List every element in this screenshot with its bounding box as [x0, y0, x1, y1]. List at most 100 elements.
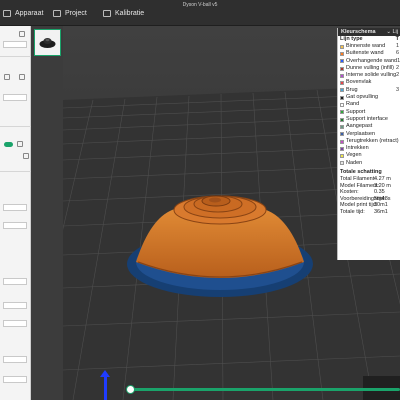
edit-icon[interactable]	[17, 141, 23, 147]
legend-swatch	[340, 95, 344, 100]
tab-project[interactable]: Project	[53, 6, 87, 20]
summary-stat-row: Model Filament: 3.20 m	[338, 183, 400, 190]
legend-item[interactable]: Bovenvlak	[338, 79, 400, 86]
legend-item-label: Aangepast	[346, 123, 373, 130]
legend-item[interactable]: Gat opvulling	[338, 94, 400, 101]
tab-kalibratie[interactable]: Kalibratie	[103, 6, 144, 20]
legend-swatch	[340, 161, 344, 166]
legend-item[interactable]: Naden	[338, 160, 400, 167]
legend-item-label: Gat opvulling	[346, 94, 379, 101]
legend-item-label: Verplaatsen	[346, 130, 376, 137]
stat-label: Model print tijd:	[340, 202, 378, 209]
legend-item[interactable]: Aangepast	[338, 123, 400, 130]
legend-item[interactable]: Vegen	[338, 152, 400, 159]
legend-type-dropdown[interactable]: ⌄ Lij	[386, 28, 400, 36]
legend-swatch	[340, 117, 344, 122]
stat-value: 3.20 m	[374, 182, 391, 189]
stat-value: 36m1	[374, 209, 388, 216]
legend-swatch	[340, 44, 344, 49]
legend-item[interactable]: Support	[338, 109, 400, 116]
compare-icon[interactable]	[23, 153, 29, 159]
legend-item[interactable]: Dunne vulling (infill) 2	[338, 65, 400, 72]
legend-item[interactable]: Verplaatsen	[338, 131, 400, 138]
legend-list: Binnenste wand 1 Buitenste wand 6 Overhangen…	[338, 43, 400, 167]
summary-title: Totale schatting	[340, 169, 382, 176]
legend-item[interactable]: Support interface	[338, 116, 400, 123]
plate-icon[interactable]	[4, 74, 10, 80]
legend-item-value: 1	[395, 43, 399, 49]
plate-thumbnail-column	[31, 26, 63, 400]
legend-item-label: Buitenste wand	[346, 50, 384, 57]
legend-item-label: Rand	[346, 101, 360, 108]
legend-swatch	[340, 154, 344, 159]
stat-value: 30m1	[374, 202, 388, 209]
settings-icon[interactable]	[19, 74, 25, 80]
settings-panel	[0, 26, 31, 400]
legend-swatch	[340, 139, 344, 144]
legend-item[interactable]: Interne solide vulling 2	[338, 72, 400, 79]
slider-handle[interactable]	[126, 385, 135, 394]
legend-item[interactable]: Brug 3	[338, 87, 400, 94]
plate-thumbnail[interactable]	[34, 29, 61, 56]
setting-field[interactable]	[3, 376, 27, 383]
legend-swatch	[340, 146, 344, 151]
setting-field[interactable]	[3, 278, 27, 285]
legend-item-value: 2	[396, 72, 400, 79]
stat-label: Voorbereidingstijd:	[340, 195, 386, 202]
summary-stat-row: Total Filament: 4.27 m	[338, 176, 400, 183]
stat-value: 5m48s	[374, 195, 391, 202]
legend-item-label: Terugtrekken (retract)	[346, 137, 399, 144]
divider	[0, 126, 31, 127]
legend-item-value: 2	[395, 64, 399, 71]
legend-swatch	[340, 81, 344, 86]
setting-field[interactable]	[3, 320, 27, 327]
legend-column-headers: Lijn type T	[338, 36, 400, 43]
legend-item-label: Support	[346, 108, 366, 115]
legend-swatch	[340, 51, 344, 56]
legend-item[interactable]: Buitenste wand 6	[338, 50, 400, 57]
summary-stat-row: Totale tijd: 36m1	[338, 209, 400, 216]
legend-item[interactable]: Intrekken	[338, 145, 400, 152]
z-axis-indicator	[104, 374, 107, 400]
legend-column-time: T	[395, 36, 399, 42]
legend-swatch	[340, 110, 344, 115]
setting-field[interactable]	[3, 204, 27, 211]
legend-item-label: Intrekken	[346, 145, 369, 152]
summary-stat-row: Voorbereidingstijd: 5m48s	[338, 196, 400, 203]
legend-item-label: Vegen	[346, 152, 362, 159]
tab-apparaat[interactable]: Apparaat	[3, 6, 43, 20]
toggle-switch[interactable]	[4, 142, 13, 147]
gear-icon[interactable]	[19, 31, 25, 37]
calibration-icon	[103, 9, 111, 17]
divider	[0, 171, 31, 172]
setting-field[interactable]	[3, 222, 27, 229]
stat-label: Total Filament:	[340, 176, 376, 183]
setting-field[interactable]	[3, 302, 27, 309]
legend-item[interactable]: Overhangende wand 1	[338, 58, 400, 65]
z-axis-arrow-icon	[100, 370, 110, 377]
filament-select[interactable]	[3, 94, 27, 101]
legend-item[interactable]: Terugtrekken (retract)	[338, 138, 400, 145]
top-toolbar: Dyson V-ball v5 Apparaat Project Kalibra…	[0, 0, 400, 26]
layer-progress-slider[interactable]	[132, 388, 400, 391]
legend-item-label: Bovenvlak	[346, 79, 372, 86]
tab-kalibratie-label: Kalibratie	[115, 9, 145, 17]
stat-label: Model Filament:	[340, 182, 380, 189]
legend-item-label: Binnenste wand	[346, 43, 386, 49]
legend-item[interactable]: Binnenste wand 1	[338, 43, 400, 50]
legend-swatch	[340, 132, 344, 137]
legend-header: Kleurschema ⌄ Lij	[338, 28, 400, 36]
project-icon	[53, 9, 61, 17]
legend-item-value: 6	[395, 50, 399, 57]
printer-select[interactable]	[3, 41, 27, 48]
printer-icon	[3, 9, 11, 17]
tab-apparaat-label: Apparaat	[15, 9, 44, 17]
legend-panel: Kleurschema ⌄ Lij Lijn type T Binnenste …	[337, 28, 400, 260]
legend-item-label: Brug	[346, 86, 358, 93]
setting-field[interactable]	[3, 356, 27, 363]
legend-item[interactable]: Rand	[338, 101, 400, 108]
legend-item-label: Naden	[346, 159, 363, 166]
legend-type-value: Lij	[392, 29, 398, 35]
stat-value: 0.35	[374, 189, 385, 196]
legend-item-label: Support interface	[346, 115, 388, 122]
